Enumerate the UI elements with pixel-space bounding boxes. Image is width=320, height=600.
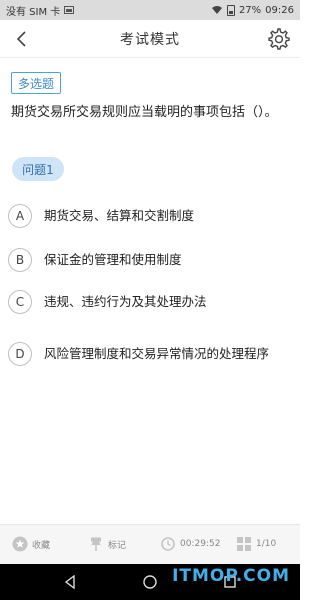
- watermark: ITMOP.COM: [172, 566, 290, 586]
- star-icon: [12, 536, 28, 552]
- option-text: 风险管理制度和交易异常情况的处理程序: [44, 346, 270, 361]
- question-text: 期货交易所交易规则应当载明的事项包括（）。: [11, 105, 278, 120]
- pin-icon: [88, 536, 104, 552]
- option-text: 违规、违约行为及其处理办法: [44, 294, 207, 309]
- option-d[interactable]: D 风险管理制度和交易异常情况的处理程序: [8, 342, 292, 366]
- option-letter: A: [8, 204, 32, 228]
- circle-home-icon: [143, 575, 157, 589]
- timer-value: 00:29:52: [180, 539, 221, 549]
- settings-button[interactable]: [264, 25, 292, 53]
- question-type-tag: 多选题: [11, 72, 61, 94]
- status-bar: 没有 SIM 卡 27% 09:26: [0, 0, 300, 20]
- page-title: 考试模式: [120, 31, 180, 48]
- option-letter: C: [8, 290, 32, 314]
- option-letter: D: [8, 342, 32, 366]
- carrier-text: 没有 SIM 卡: [6, 6, 61, 18]
- image-notification-icon: [64, 6, 75, 14]
- clock-icon: [160, 536, 176, 552]
- favorite-label: 收藏: [32, 540, 51, 551]
- option-c[interactable]: C 违规、违约行为及其处理办法: [8, 290, 292, 314]
- triangle-back-icon: [64, 575, 75, 589]
- question-number-badge: 问题1: [12, 157, 64, 181]
- favorite-button[interactable]: 收藏: [12, 536, 50, 552]
- grid-icon: [236, 536, 252, 552]
- question-grid-button[interactable]: 1/10: [236, 536, 276, 552]
- app-header: 考试模式: [0, 20, 300, 58]
- gear-icon: [268, 28, 290, 50]
- progress-label: 1/10: [256, 539, 277, 549]
- option-a[interactable]: A 期货交易、结算和交割制度: [8, 204, 292, 228]
- option-text: 保证金的管理和使用制度: [44, 252, 182, 267]
- option-b[interactable]: B 保证金的管理和使用制度: [8, 248, 292, 272]
- option-letter: B: [8, 248, 32, 272]
- clock: 09:26: [265, 4, 294, 16]
- timer: 00:29:52: [160, 536, 220, 552]
- battery-percent: 27%: [238, 4, 262, 16]
- bottom-toolbar: 收藏 标记 00:29:52 1/10: [0, 524, 300, 564]
- battery-icon: [226, 4, 235, 16]
- chevron-left-icon: [16, 31, 26, 47]
- wifi-icon: [211, 6, 222, 14]
- nav-home-button[interactable]: [142, 574, 158, 590]
- nav-back-button[interactable]: [62, 574, 78, 590]
- back-button[interactable]: [10, 26, 34, 52]
- mark-button[interactable]: 标记: [88, 536, 126, 552]
- mark-label: 标记: [108, 540, 127, 551]
- option-text: 期货交易、结算和交割制度: [44, 208, 195, 223]
